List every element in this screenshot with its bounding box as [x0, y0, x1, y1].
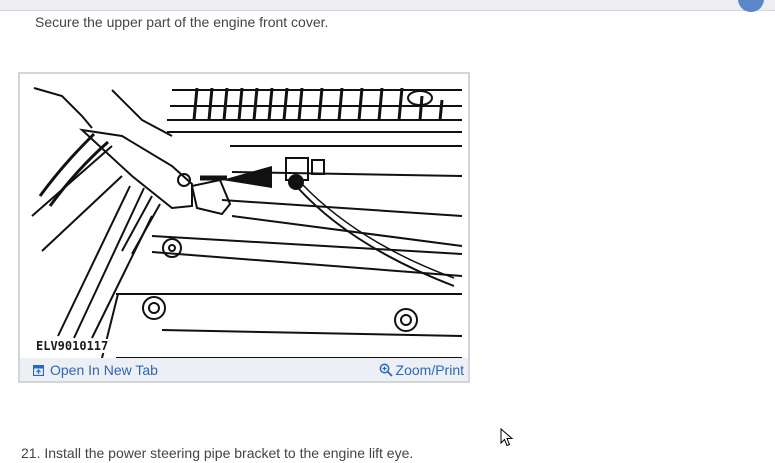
zoom-print-link[interactable]: Zoom/Print [379, 361, 464, 378]
step-21-instruction: 21. Install the power steering pipe brac… [21, 445, 414, 461]
figure-footer: Open In New Tab Zoom/Print [20, 358, 468, 381]
open-in-new-tab-icon [33, 364, 44, 376]
figure-card: ELV9010117 Open In New Tab Zoom/Print [18, 72, 470, 383]
zoom-print-label: Zoom/Print [395, 361, 464, 378]
open-in-new-tab-label: Open In New Tab [50, 362, 158, 378]
engine-cover-illustration [31, 87, 463, 359]
mouse-cursor-icon [500, 428, 514, 447]
zoom-in-icon [379, 363, 393, 377]
user-avatar[interactable] [738, 0, 764, 12]
top-bar [0, 0, 775, 12]
step-instruction: Secure the upper part of the engine fron… [35, 14, 329, 30]
figure-code-label: ELV9010117 [34, 339, 111, 353]
open-in-new-tab-link[interactable]: Open In New Tab [33, 362, 158, 378]
